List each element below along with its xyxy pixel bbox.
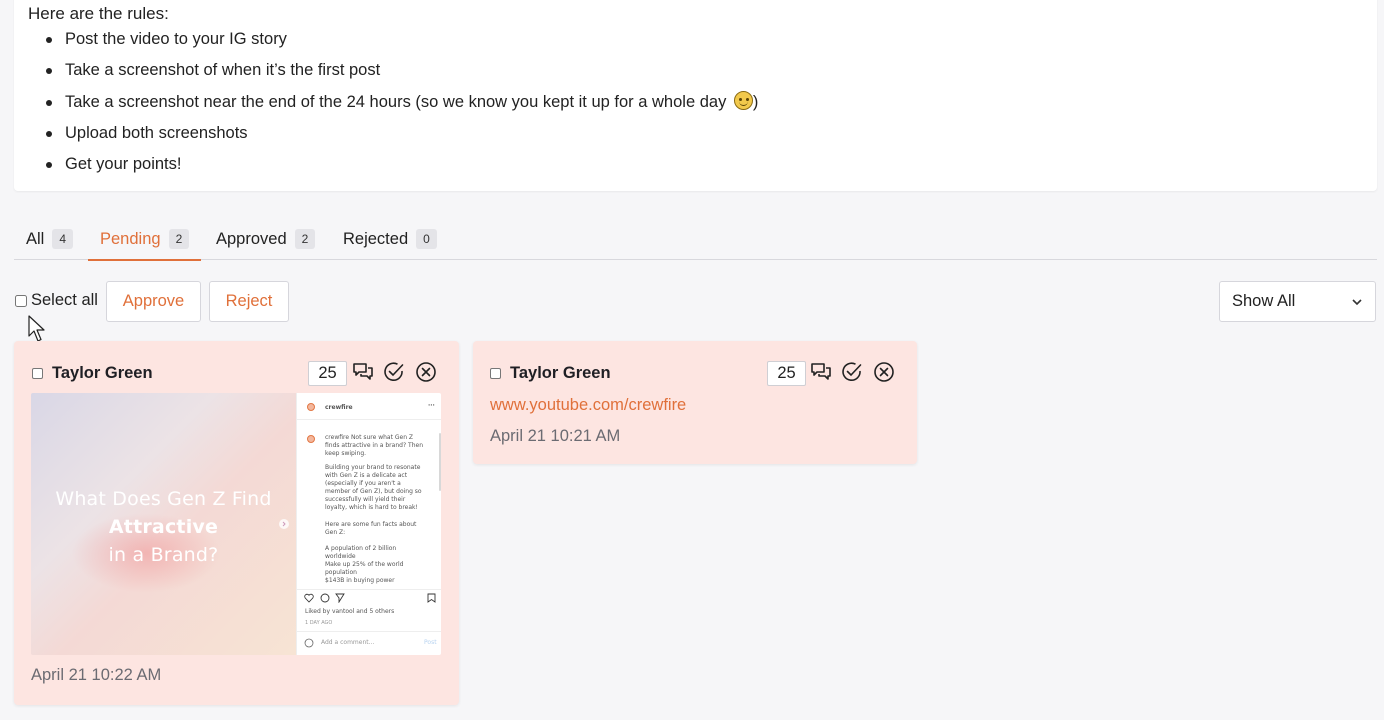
- rules-item: Get your points!: [42, 149, 758, 180]
- submission-date: April 21 10:21 AM: [490, 427, 621, 445]
- rules-item: Upload both screenshots: [42, 118, 758, 149]
- x-circle-icon[interactable]: [415, 361, 437, 383]
- submission-checkbox[interactable]: [32, 368, 43, 379]
- smiley-emoji-icon: [733, 90, 753, 110]
- video-title: What Does Gen Z Find Attractive in a Bra…: [55, 488, 272, 566]
- submitter-name: Taylor Green: [510, 364, 611, 382]
- rules-item: Take a screenshot of when it’s the first…: [42, 55, 758, 86]
- select-all-checkbox[interactable]: [15, 294, 27, 307]
- tab-count: 4: [52, 229, 74, 249]
- points-input[interactable]: 25: [767, 361, 806, 386]
- submitter-name: Taylor Green: [52, 364, 153, 382]
- tab-count: 2: [168, 229, 190, 249]
- instagram-post-panel: crewfire ··· crewfire Not sure what Gen …: [296, 393, 441, 655]
- more-options-icon: ···: [428, 402, 435, 409]
- comment-bubbles-icon[interactable]: [810, 361, 832, 383]
- tab-count: 0: [416, 229, 437, 249]
- submission-screenshot[interactable]: What Does Gen Z Find Attractive in a Bra…: [31, 393, 441, 655]
- submission-card: Taylor Green 25 www.youtube.com/crewfire…: [473, 341, 917, 464]
- scrollbar[interactable]: [439, 433, 441, 491]
- rules-item: Post the video to your IG story: [42, 24, 758, 55]
- approve-button[interactable]: Approve: [106, 281, 201, 322]
- reject-button[interactable]: Reject: [209, 281, 289, 322]
- rules-list: Post the video to your IG story Take a s…: [42, 24, 758, 180]
- tab-pending[interactable]: Pending 2: [88, 218, 202, 261]
- tab-approved[interactable]: Approved 2: [216, 218, 316, 260]
- next-arrow-icon: [279, 519, 289, 529]
- tab-rejected[interactable]: Rejected 0: [343, 218, 437, 260]
- x-circle-icon[interactable]: [873, 361, 895, 383]
- filter-select[interactable]: Show All: [1219, 281, 1376, 322]
- select-all[interactable]: Select all: [14, 291, 98, 310]
- tab-count: 2: [294, 229, 316, 249]
- story-video-frame: What Does Gen Z Find Attractive in a Bra…: [31, 393, 296, 655]
- crewfire-logo-icon: [307, 403, 315, 411]
- submission-card: Taylor Green 25 What Does Gen Z Find Att…: [14, 341, 459, 705]
- status-tabs: All 4 Pending 2 Approved 2 Rejected 0: [14, 218, 1377, 261]
- submission-date: April 21 10:22 AM: [31, 666, 162, 684]
- heart-icon: [304, 593, 314, 603]
- check-circle-icon[interactable]: [383, 361, 405, 383]
- comment-icon: [320, 593, 330, 603]
- emoji-icon: [304, 638, 314, 648]
- points-input[interactable]: 25: [308, 361, 347, 386]
- bookmark-icon: [427, 593, 436, 603]
- mouse-cursor-icon: [28, 315, 45, 342]
- chevron-down-icon: [1352, 299, 1362, 306]
- share-icon: [335, 593, 345, 603]
- submission-checkbox[interactable]: [490, 368, 501, 379]
- rules-heading: Here are the rules:: [28, 4, 169, 23]
- comment-bubbles-icon[interactable]: [352, 361, 374, 383]
- rules-item: Take a screenshot near the end of the 24…: [42, 87, 758, 118]
- crewfire-logo-icon: [307, 435, 315, 443]
- submission-link[interactable]: www.youtube.com/crewfire: [490, 396, 686, 415]
- check-circle-icon[interactable]: [841, 361, 863, 383]
- tab-all[interactable]: All 4: [26, 218, 74, 260]
